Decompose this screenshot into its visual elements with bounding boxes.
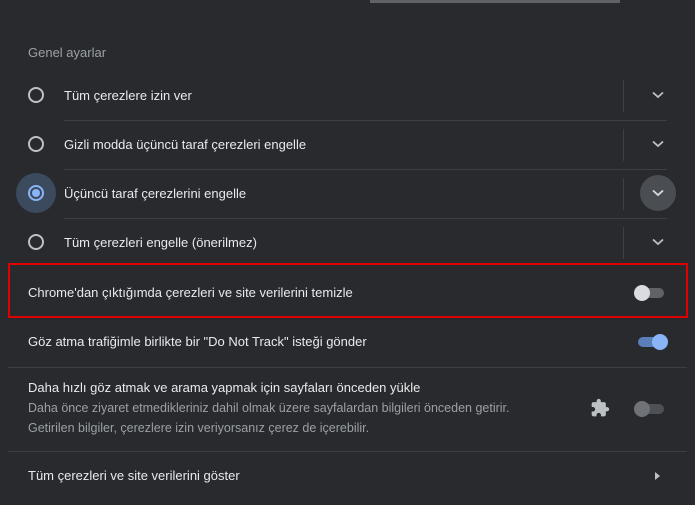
row-divider	[64, 218, 667, 219]
radio-button-wrap[interactable]	[16, 222, 56, 262]
setting-do-not-track[interactable]: Göz atma trafiğimle birlikte bir "Do Not…	[0, 318, 695, 367]
arrow-right-icon[interactable]	[652, 469, 664, 483]
chevron-down-icon	[652, 238, 664, 246]
setting-label-show-all-cookies: Tüm çerezleri ve site verilerini göster	[28, 468, 240, 483]
radio-option-allow-all[interactable]: Tüm çerezlere izin ver	[0, 71, 695, 120]
expand-button[interactable]	[640, 224, 676, 260]
toggle-knob	[652, 334, 668, 350]
cookie-settings-card: Genel ayarlar Tüm çerezlere izin ver Giz…	[0, 3, 695, 505]
highlight-box	[8, 263, 688, 318]
puzzle-icon[interactable]	[590, 398, 610, 418]
radio-button[interactable]	[28, 234, 44, 250]
setting-show-all-cookies[interactable]: Tüm çerezleri ve site verilerini göster	[0, 451, 695, 501]
row-divider	[64, 120, 667, 121]
setting-preload[interactable]: Daha hızlı göz atmak ve arama yapmak içi…	[0, 367, 695, 451]
radio-button-checked[interactable]	[28, 185, 44, 201]
toggle-knob	[634, 401, 650, 417]
setting-label-preload: Daha hızlı göz atmak ve arama yapmak içi…	[28, 380, 421, 395]
expand-button[interactable]	[640, 77, 676, 113]
expand-button[interactable]	[640, 126, 676, 162]
radio-label-block-incognito: Gizli modda üçüncü taraf çerezleri engel…	[64, 137, 307, 152]
row-separator	[623, 80, 624, 112]
row-separator	[623, 129, 624, 161]
radio-button[interactable]	[28, 136, 44, 152]
radio-label-block-all: Tüm çerezleri engelle (önerilmez)	[64, 235, 257, 250]
row-divider	[8, 451, 687, 452]
row-divider	[64, 169, 667, 170]
do-not-track-toggle[interactable]	[636, 334, 668, 350]
radio-label-allow-all: Tüm çerezlere izin ver	[64, 88, 192, 103]
radio-button-wrap[interactable]	[16, 124, 56, 164]
radio-button-wrap[interactable]	[16, 173, 56, 213]
row-separator	[623, 178, 624, 210]
radio-option-block-third-party[interactable]: Üçüncü taraf çerezlerini engelle	[0, 169, 695, 218]
radio-option-block-incognito[interactable]: Gizli modda üçüncü taraf çerezleri engel…	[0, 120, 695, 169]
setting-sub-preload-line1: Daha önce ziyaret etmedikleriniz dahil o…	[28, 401, 510, 415]
preload-toggle[interactable]	[634, 401, 666, 417]
radio-option-block-all[interactable]: Tüm çerezleri engelle (önerilmez)	[0, 218, 695, 267]
row-separator	[623, 227, 624, 259]
radio-button-wrap[interactable]	[16, 75, 56, 115]
radio-label-block-third-party: Üçüncü taraf çerezlerini engelle	[64, 186, 247, 201]
chevron-down-icon	[652, 91, 664, 99]
radio-button[interactable]	[28, 87, 44, 103]
row-divider	[8, 367, 687, 368]
chevron-down-icon	[652, 140, 664, 148]
chevron-down-icon	[652, 189, 664, 197]
expand-button[interactable]	[640, 175, 676, 211]
setting-sub-preload-line2: Getirilen bilgiler, çerezlere izin veriy…	[28, 421, 370, 435]
setting-label-do-not-track: Göz atma trafiğimle birlikte bir "Do Not…	[28, 334, 367, 349]
section-title: Genel ayarlar	[28, 45, 107, 60]
